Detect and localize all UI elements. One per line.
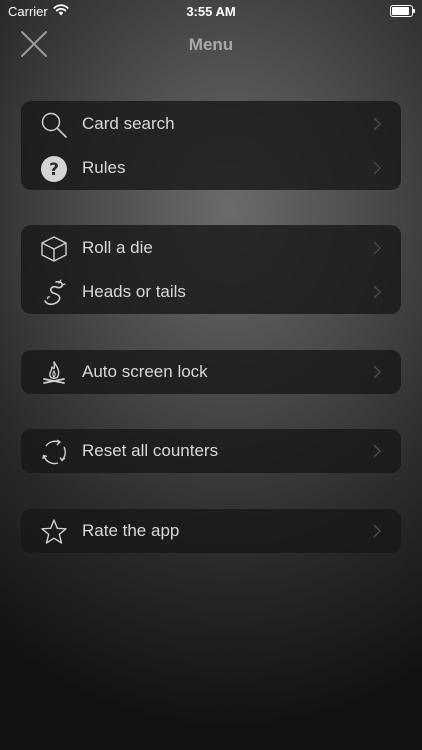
chevron-right-icon	[373, 444, 381, 458]
menu-item-label: Rate the app	[82, 521, 180, 540]
die-cube-icon	[41, 236, 67, 262]
menu-item-card-search[interactable]: Card search	[21, 102, 401, 146]
star-icon	[41, 519, 67, 544]
menu-item-label: Auto screen lock	[82, 362, 208, 381]
menu-group-screen-lock: Auto screen lock	[21, 350, 401, 394]
reset-arrows-icon	[42, 439, 66, 465]
menu-item-label: Heads or tails	[82, 282, 186, 301]
menu-item-rate-the-app[interactable]: Rate the app	[21, 509, 401, 553]
menu-item-reset-all-counters[interactable]: Reset all counters	[21, 429, 401, 473]
status-bar: Carrier 3:55 AM	[0, 0, 422, 22]
menu-group-reference: Card search ? Rules	[21, 101, 401, 190]
chevron-right-icon	[373, 365, 381, 379]
search-icon	[41, 112, 67, 138]
chevron-right-icon	[373, 117, 381, 131]
menu-item-label: Reset all counters	[82, 441, 219, 460]
chevron-right-icon	[373, 524, 381, 538]
menu-item-label: Roll a die	[82, 238, 153, 257]
chevron-right-icon	[373, 161, 381, 175]
campfire-icon	[43, 361, 65, 384]
menu-item-heads-or-tails[interactable]: Heads or tails	[21, 270, 401, 314]
page-title: Menu	[188, 35, 234, 54]
menu-group-rate: Rate the app	[21, 509, 401, 553]
menu-item-roll-a-die[interactable]: Roll a die	[21, 226, 401, 270]
navigation-bar: Menu	[0, 22, 422, 66]
battery-level	[392, 7, 409, 15]
menu-item-auto-screen-lock[interactable]: Auto screen lock	[21, 350, 401, 394]
svg-text:?: ?	[49, 160, 59, 180]
menu-group-random: Roll a die Heads or tails	[21, 225, 401, 314]
clock-time: 3:55 AM	[186, 4, 236, 19]
question-icon: ?	[41, 156, 67, 182]
menu-item-label: Rules	[82, 158, 126, 177]
menu-item-label: Card search	[82, 114, 175, 133]
chevron-right-icon	[373, 285, 381, 299]
menu-item-rules[interactable]: ? Rules	[21, 146, 401, 190]
chevron-right-icon	[373, 241, 381, 255]
dragon-icon	[44, 279, 66, 306]
menu-group-counters: Reset all counters	[21, 429, 401, 473]
battery-icon	[390, 5, 415, 17]
